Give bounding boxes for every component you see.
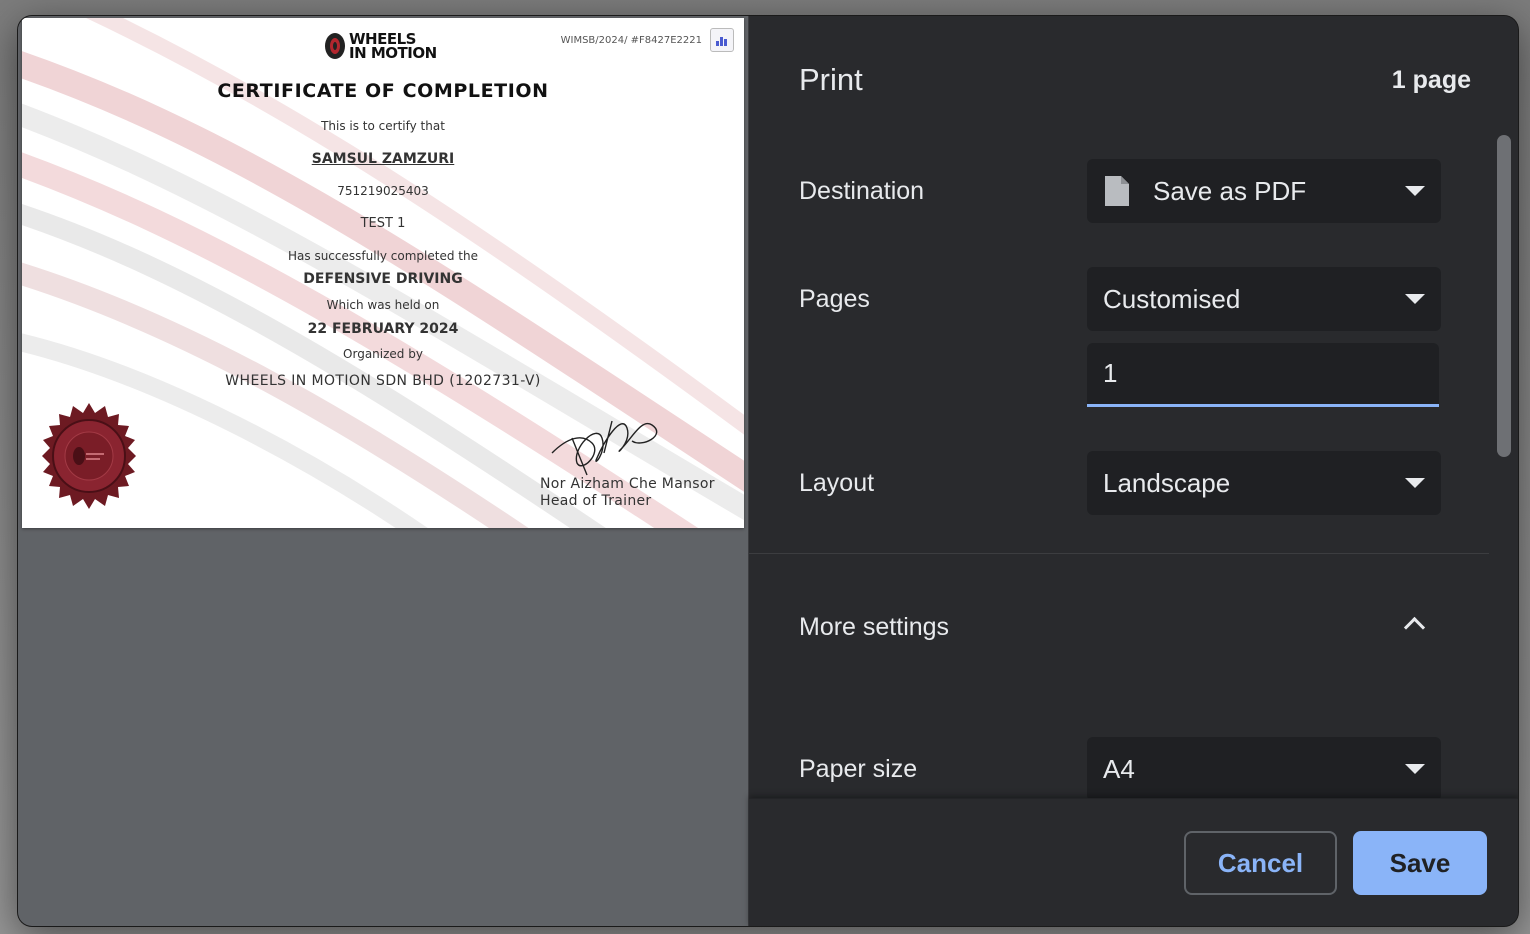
cancel-button[interactable]: Cancel: [1184, 831, 1337, 895]
certify-line: This is to certify that: [321, 119, 445, 133]
section-divider: [749, 553, 1489, 554]
certificate-preview-page: WHEELS IN MOTION WIMSB/2024/ #F8427E2221…: [22, 18, 744, 528]
completed-line: Has successfully completed the: [288, 249, 478, 263]
signer-title: Head of Trainer: [540, 493, 652, 509]
destination-label: Destination: [799, 177, 925, 205]
scrollbar-thumb[interactable]: [1497, 135, 1511, 457]
verification-badge-icon: [710, 28, 734, 52]
layout-label: Layout: [799, 469, 875, 497]
dialog-title: Print: [799, 62, 863, 97]
logo-line-2: IN MOTION: [349, 44, 437, 62]
dropdown-caret-icon: [1405, 478, 1425, 488]
pages-value: Customised: [1103, 283, 1241, 314]
settings-scrollbar[interactable]: [1489, 131, 1511, 801]
custom-pages-input[interactable]: 1: [1087, 343, 1439, 407]
print-dialog: WHEELS IN MOTION WIMSB/2024/ #F8427E2221…: [18, 16, 1518, 926]
layout-value: Landscape: [1103, 467, 1231, 498]
recipient-name: SAMSUL ZAMZURI: [311, 151, 455, 167]
dropdown-caret-icon: [1405, 186, 1425, 196]
course-name: DEFENSIVE DRIVING: [303, 271, 463, 287]
more-settings-label: More settings: [799, 613, 950, 641]
dropdown-caret-icon: [1405, 764, 1425, 774]
chevron-up-icon: [1403, 616, 1426, 639]
more-settings-toggle[interactable]: More settings: [749, 596, 1489, 656]
pages-select[interactable]: Customised: [1087, 267, 1441, 331]
paper-size-label: Paper size: [799, 755, 918, 783]
organized-by-line: Organized by: [343, 347, 423, 361]
certificate-reference: WIMSB/2024/ #F8427E2221: [560, 35, 702, 46]
signer-block: Nor Aizham Che Mansor Head of Trainer: [540, 476, 715, 510]
held-on-line: Which was held on: [326, 298, 440, 312]
tire-logo-icon: [325, 33, 345, 59]
paper-size-value: A4: [1103, 753, 1135, 784]
save-button[interactable]: Save: [1353, 831, 1487, 895]
test-label: TEST 1: [360, 216, 406, 231]
dropdown-caret-icon: [1405, 294, 1425, 304]
dialog-footer: Cancel Save: [749, 798, 1518, 926]
course-date: 22 FEBRUARY 2024: [307, 321, 459, 337]
print-settings-pane: Print 1 page Destination Save as PDF Pag…: [748, 16, 1518, 926]
destination-value: Save as PDF: [1153, 175, 1307, 206]
recipient-id: 751219025403: [337, 184, 429, 198]
destination-select[interactable]: Save as PDF: [1087, 159, 1441, 223]
organizer-name: WHEELS IN MOTION SDN BHD (1202731-V): [225, 373, 541, 389]
pages-label: Pages: [799, 285, 870, 313]
paper-size-select[interactable]: A4: [1087, 737, 1441, 801]
company-seal-icon: [42, 403, 136, 509]
wheels-in-motion-logo: WHEELS IN MOTION: [324, 32, 437, 62]
signer-name: Nor Aizham Che Mansor: [540, 476, 715, 492]
layout-select[interactable]: Landscape: [1087, 451, 1441, 515]
document-icon: [1105, 176, 1129, 206]
page-count: 1 page: [1391, 66, 1471, 94]
signature-image: [551, 420, 658, 476]
certificate-heading: CERTIFICATE OF COMPLETION: [217, 80, 549, 102]
print-preview-pane: WHEELS IN MOTION WIMSB/2024/ #F8427E2221…: [18, 16, 748, 926]
